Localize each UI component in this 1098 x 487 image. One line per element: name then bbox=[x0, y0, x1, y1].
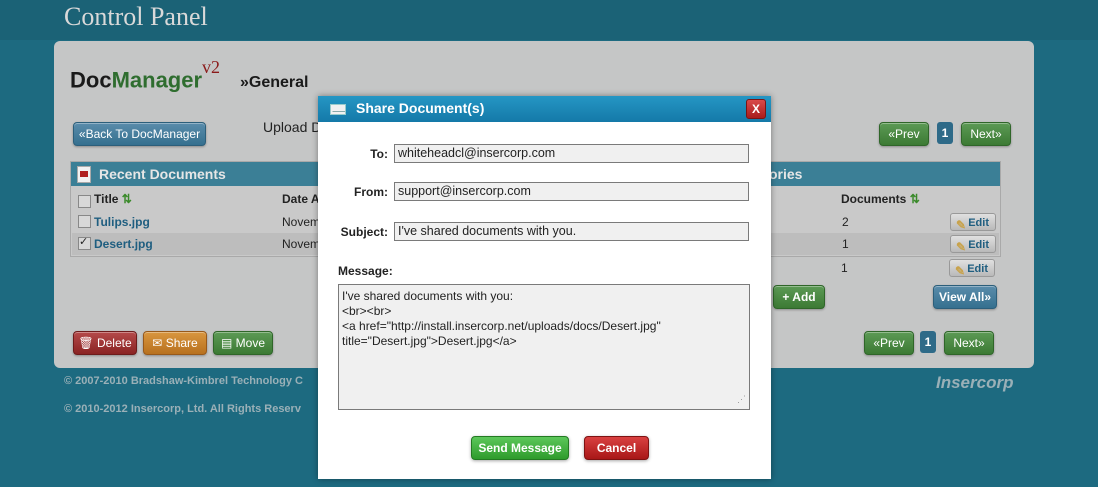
dialog-header: Share Document(s) X bbox=[318, 96, 771, 122]
pdf-icon bbox=[77, 166, 91, 183]
date-column-header[interactable]: Date A bbox=[282, 192, 320, 206]
resize-handle-icon[interactable]: ⋰ bbox=[737, 392, 746, 407]
docmanager-logo: DocManagerv2 bbox=[70, 57, 220, 93]
pencil-icon: ✎ bbox=[956, 218, 967, 232]
edit-label: Edit bbox=[967, 263, 988, 275]
upload-label: Upload D bbox=[263, 119, 322, 135]
next-button-bottom[interactable]: Next» bbox=[944, 331, 994, 355]
row-checkbox[interactable] bbox=[78, 235, 91, 250]
date-cell: Novem bbox=[282, 237, 321, 251]
documents-column-label: Documents bbox=[841, 192, 907, 206]
envelope-icon: ✉ bbox=[152, 336, 163, 350]
copyright-line-1: © 2007-2010 Bradshaw-Kimbrel Technology … bbox=[64, 375, 303, 387]
edit-label: Edit bbox=[968, 239, 989, 251]
edit-label: Edit bbox=[968, 217, 989, 229]
from-label: From: bbox=[354, 185, 388, 199]
edit-button[interactable]: ✎ Edit bbox=[949, 259, 995, 278]
document-link[interactable]: Tulips.jpg bbox=[94, 215, 150, 229]
view-all-button[interactable]: View All» bbox=[933, 285, 997, 309]
count-cell: 1 bbox=[841, 261, 848, 275]
send-message-button[interactable]: Send Message bbox=[471, 436, 569, 460]
subject-label: Subject: bbox=[340, 225, 388, 239]
envelope-icon bbox=[330, 104, 346, 115]
prev-button-bottom[interactable]: «Prev bbox=[864, 331, 914, 355]
count-cell: 1 bbox=[842, 237, 849, 251]
logo-version: v2 bbox=[202, 57, 221, 77]
message-textarea[interactable]: I've shared documents with you: <br><br>… bbox=[338, 284, 750, 410]
date-cell: Novem bbox=[282, 215, 321, 229]
sort-arrows-icon[interactable]: ⇅ bbox=[910, 192, 920, 206]
page-number-bottom[interactable]: 1 bbox=[920, 331, 936, 353]
documents-column-header[interactable]: Documents ⇅ bbox=[841, 192, 920, 206]
message-text: I've shared documents with you: <br><br>… bbox=[342, 289, 661, 348]
to-label: To: bbox=[370, 147, 388, 161]
from-field[interactable]: support@insercorp.com bbox=[394, 182, 749, 201]
share-document-dialog: Share Document(s) X To: whiteheadcl@inse… bbox=[318, 96, 771, 479]
message-label: Message: bbox=[338, 264, 393, 278]
page-number-top[interactable]: 1 bbox=[937, 122, 953, 144]
categories-title: ories bbox=[769, 166, 803, 182]
add-category-button[interactable]: + Add bbox=[773, 285, 825, 309]
share-button[interactable]: ✉ Share bbox=[143, 331, 207, 355]
share-label: Share bbox=[165, 336, 198, 350]
to-field[interactable]: whiteheadcl@insercorp.com bbox=[394, 144, 749, 163]
trash-icon: 🗑 bbox=[78, 336, 94, 350]
close-button[interactable]: X bbox=[746, 99, 766, 119]
pencil-icon: ✎ bbox=[955, 264, 966, 278]
logo-manager-text: Manager bbox=[111, 67, 203, 93]
subject-field[interactable]: I've shared documents with you. bbox=[394, 222, 749, 241]
delete-button[interactable]: 🗑 Delete bbox=[73, 331, 137, 355]
top-header-bar: Control Panel bbox=[0, 0, 1098, 40]
edit-button[interactable]: ✎ Edit bbox=[950, 235, 996, 254]
delete-label: Delete bbox=[96, 336, 132, 350]
insercorp-logo: Insercorp bbox=[936, 373, 1014, 392]
title-column-label: Title bbox=[94, 192, 119, 206]
move-label: Move bbox=[235, 336, 266, 350]
row-checkbox[interactable] bbox=[78, 215, 91, 228]
pencil-icon: ✎ bbox=[956, 240, 967, 254]
dialog-title: Share Document(s) bbox=[356, 100, 485, 116]
move-button[interactable]: ▤ Move bbox=[213, 331, 273, 355]
copyright-line-2: © 2010-2012 Insercorp, Ltd. All Rights R… bbox=[64, 403, 301, 415]
logo-doc-text: Doc bbox=[70, 67, 112, 93]
document-link[interactable]: Desert.jpg bbox=[94, 237, 153, 251]
folder-icon: ▤ bbox=[220, 336, 233, 350]
next-button-top[interactable]: Next» bbox=[961, 122, 1011, 146]
recent-documents-title: Recent Documents bbox=[99, 166, 226, 182]
count-cell: 2 bbox=[842, 215, 849, 229]
title-column-header[interactable]: Title ⇅ bbox=[94, 192, 132, 206]
select-all-checkbox[interactable] bbox=[78, 195, 91, 208]
sort-arrows-icon[interactable]: ⇅ bbox=[122, 192, 132, 206]
cancel-button[interactable]: Cancel bbox=[584, 436, 649, 460]
table-row: 1 ✎ Edit bbox=[841, 257, 1001, 279]
edit-button[interactable]: ✎ Edit bbox=[950, 213, 996, 232]
prev-button-top[interactable]: «Prev bbox=[879, 122, 929, 146]
back-to-docmanager-button[interactable]: «Back To DocManager bbox=[73, 122, 206, 146]
section-title: »General bbox=[240, 74, 309, 91]
control-panel-title: Control Panel bbox=[64, 2, 208, 31]
